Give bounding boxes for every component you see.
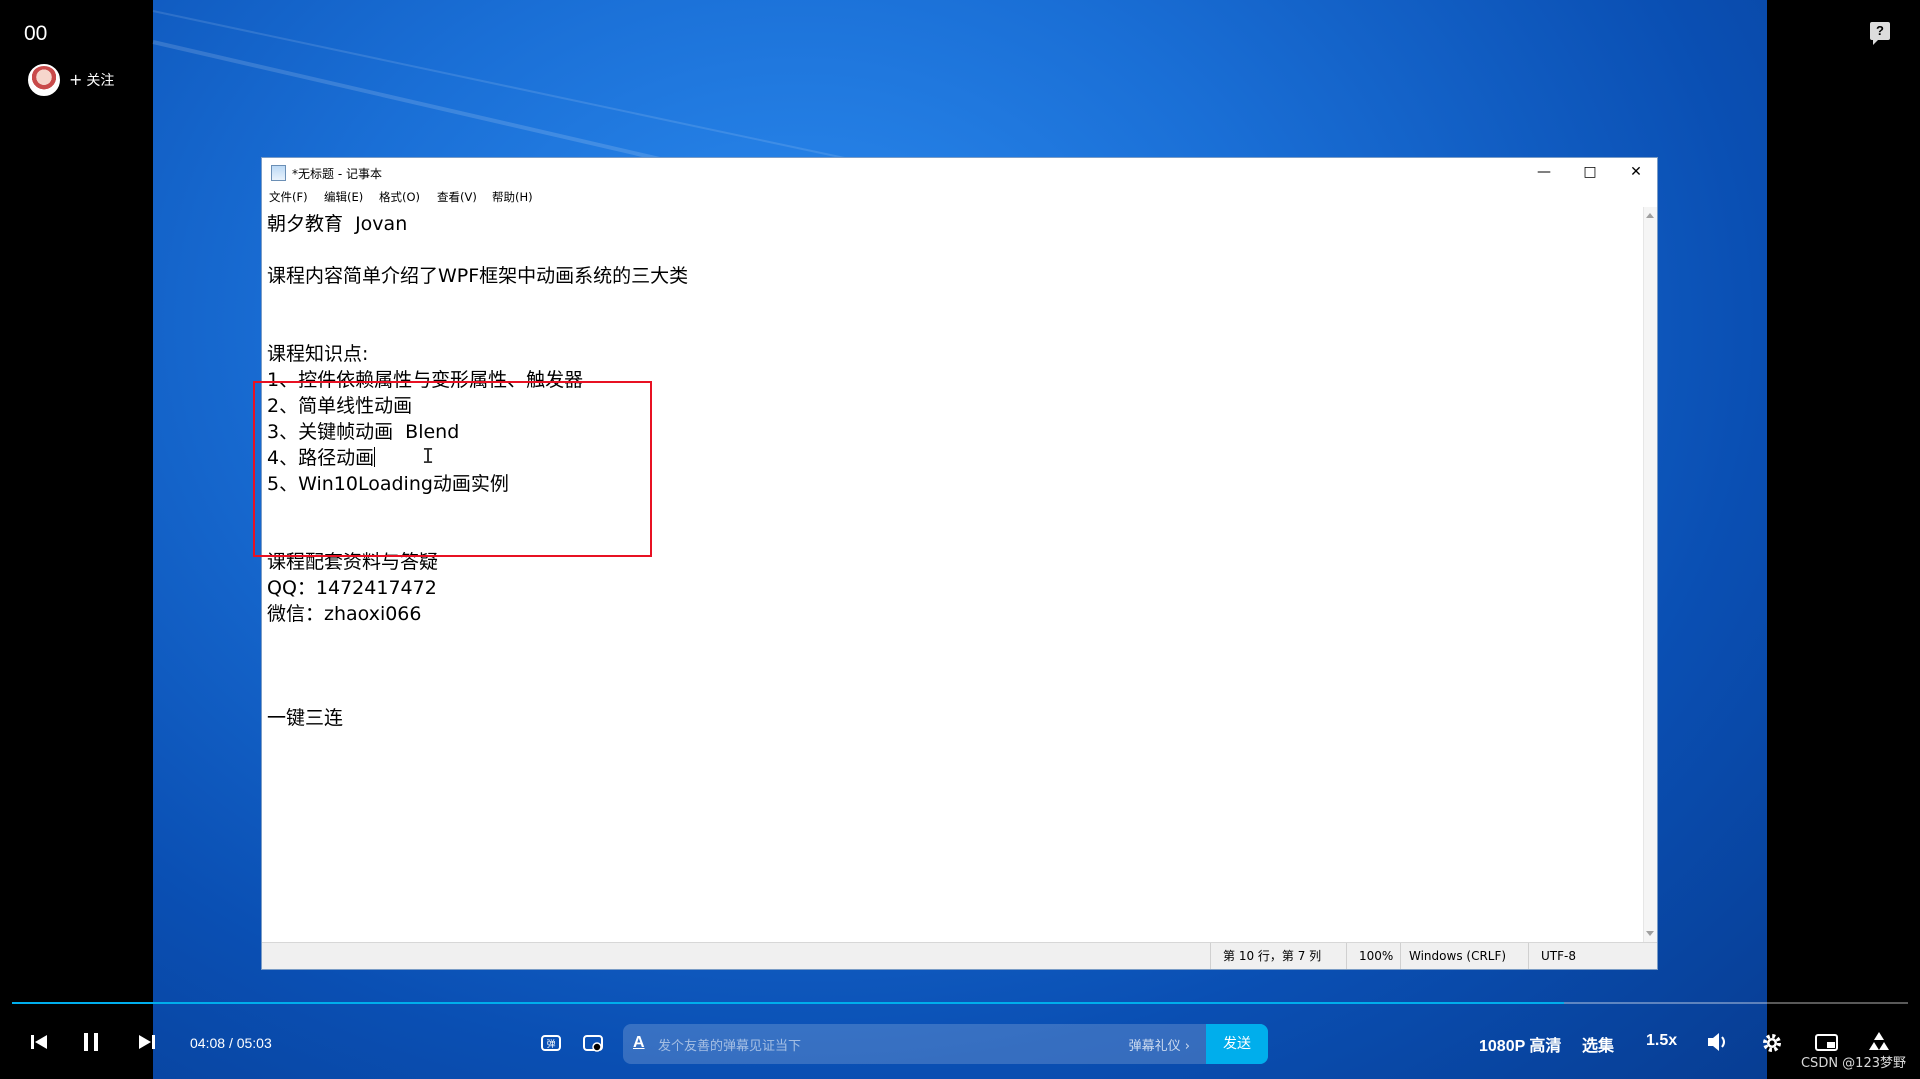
left-side-panel bbox=[0, 0, 153, 1079]
danmaku-input[interactable]: 发个友善的弹幕见证当下 bbox=[658, 1035, 801, 1054]
editor-line: 课程知识点: bbox=[267, 343, 369, 365]
menu-format[interactable]: 格式(O) bbox=[379, 189, 420, 205]
pause-icon[interactable] bbox=[82, 1032, 100, 1052]
close-button[interactable]: ✕ bbox=[1613, 158, 1659, 187]
time-separator: / bbox=[228, 1035, 233, 1051]
fullscreen-icon[interactable] bbox=[1866, 1030, 1892, 1054]
watermark: CSDN @123梦野 bbox=[1800, 1056, 1906, 1071]
editor-line: 一键三连 bbox=[267, 707, 344, 729]
progress-bar-fill bbox=[12, 1002, 1564, 1004]
editor-line: 微信：zhaoxi066 bbox=[267, 603, 422, 625]
notepad-menubar: 文件(F) 编辑(E) 格式(O) 查看(V) 帮助(H) bbox=[262, 187, 1657, 207]
danmaku-settings-icon[interactable] bbox=[582, 1032, 604, 1054]
previous-icon[interactable] bbox=[30, 1033, 48, 1051]
editor-line: 朝夕教育 Jovan bbox=[267, 213, 408, 235]
episodes-button[interactable]: 选集 bbox=[1582, 1032, 1614, 1056]
menu-view[interactable]: 查看(V) bbox=[437, 189, 477, 205]
menu-help[interactable]: 帮助(H) bbox=[492, 189, 533, 205]
follow-label: 关注 bbox=[86, 73, 115, 89]
notepad-statusbar: 第 10 行，第 7 列 100% Windows (CRLF) UTF-8 bbox=[262, 942, 1657, 969]
danmaku-etiquette-link[interactable]: 弹幕礼仪 › bbox=[1129, 1035, 1190, 1054]
video-title: 00 bbox=[24, 22, 48, 45]
feedback-icon[interactable]: ? bbox=[1870, 22, 1890, 45]
progress-bar[interactable] bbox=[12, 1002, 1908, 1004]
plus-icon: + bbox=[69, 70, 83, 89]
settings-gear-icon[interactable] bbox=[1760, 1031, 1784, 1055]
notepad-window-title: *无标题 - 记事本 bbox=[292, 167, 382, 181]
notepad-text-editor[interactable]: 朝夕教育 Jovan 课程内容简单介绍了WPF框架中动画系统的三大类 课程知识点… bbox=[253, 207, 1642, 942]
maximize-button[interactable]: □ bbox=[1567, 158, 1613, 187]
scroll-down-arrow-icon[interactable] bbox=[1646, 931, 1654, 936]
total-time: 05:03 bbox=[236, 1035, 272, 1051]
right-side-panel bbox=[1767, 0, 1920, 1079]
minimize-button[interactable]: — bbox=[1521, 158, 1567, 187]
uploader-avatar[interactable] bbox=[28, 64, 60, 96]
danmaku-toggle-icon[interactable]: 弹 bbox=[540, 1032, 562, 1054]
notepad-app-icon bbox=[271, 165, 286, 181]
status-encoding: UTF-8 bbox=[1528, 943, 1638, 969]
scroll-up-arrow-icon[interactable] bbox=[1646, 213, 1654, 218]
editor-line: QQ：1472417472 bbox=[267, 577, 437, 599]
notepad-titlebar[interactable]: *无标题 - 记事本 — □ ✕ bbox=[262, 158, 1657, 187]
send-danmaku-button[interactable]: 发送 bbox=[1206, 1024, 1268, 1064]
quality-selector[interactable]: 1080P 高清 bbox=[1479, 1032, 1561, 1056]
status-position: 第 10 行，第 7 列 bbox=[1210, 943, 1346, 969]
menu-edit[interactable]: 编辑(E) bbox=[324, 189, 363, 205]
editor-line: 课程内容简单介绍了WPF框架中动画系统的三大类 bbox=[267, 265, 689, 287]
playback-time: 04:08 / 05:03 bbox=[190, 1035, 272, 1051]
picture-in-picture-icon[interactable] bbox=[1814, 1032, 1840, 1054]
svg-text:弹: 弹 bbox=[546, 1038, 555, 1050]
notepad-window: *无标题 - 记事本 — □ ✕ 文件(F) 编辑(E) 格式(O) 查看(V)… bbox=[253, 157, 1658, 970]
follow-button[interactable]: + 关注 bbox=[69, 70, 114, 90]
current-time: 04:08 bbox=[190, 1035, 226, 1051]
menu-file[interactable]: 文件(F) bbox=[269, 189, 308, 205]
status-line-ending: Windows (CRLF) bbox=[1400, 943, 1528, 969]
next-icon[interactable] bbox=[138, 1033, 156, 1051]
volume-icon[interactable] bbox=[1706, 1031, 1730, 1053]
status-zoom: 100% bbox=[1346, 943, 1400, 969]
speed-selector[interactable]: 1.5x bbox=[1646, 1032, 1677, 1050]
highlight-box bbox=[253, 381, 652, 557]
danmaku-input-bar: A 发个友善的弹幕见证当下 弹幕礼仪 › 发送 bbox=[623, 1024, 1268, 1064]
danmaku-style-icon[interactable]: A bbox=[633, 1034, 645, 1052]
vertical-scrollbar[interactable] bbox=[1643, 207, 1657, 942]
